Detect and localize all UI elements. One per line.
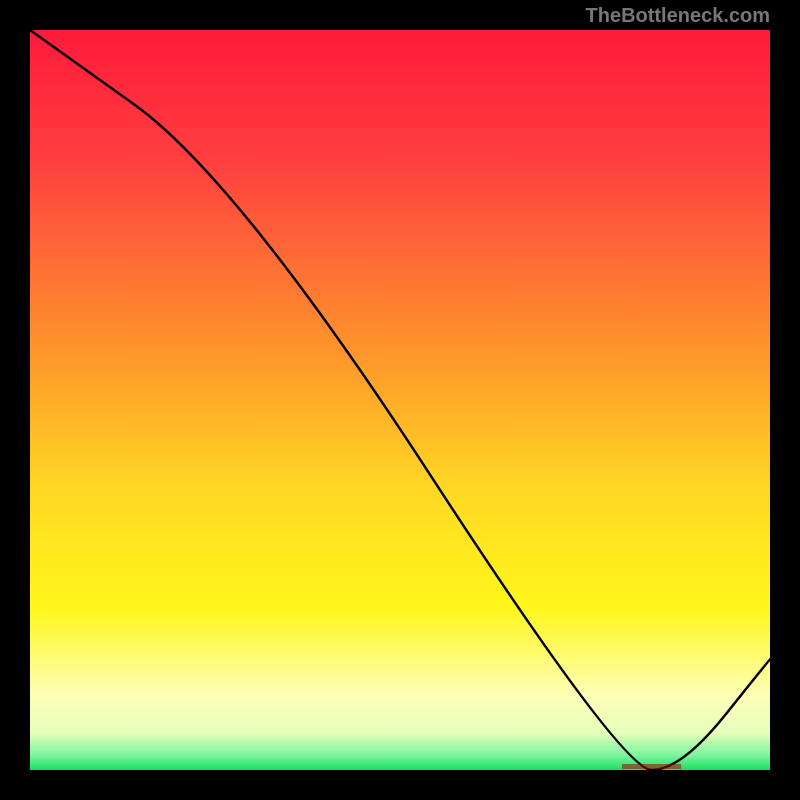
watermark-text: TheBottleneck.com (586, 5, 770, 28)
chart-frame: TheBottleneck.com (0, 0, 800, 800)
data-line (30, 30, 770, 770)
plot-area (30, 30, 770, 770)
